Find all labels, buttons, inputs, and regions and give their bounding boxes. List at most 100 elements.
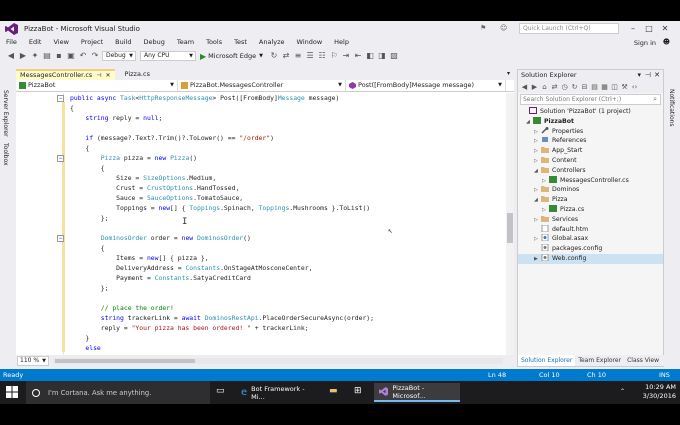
tree-item-dominos[interactable]: ▷ Dominos xyxy=(518,185,663,195)
code-line[interactable]: { xyxy=(70,163,105,173)
preview-icon[interactable]: ◫ xyxy=(610,82,619,92)
menu-tools[interactable]: Tools xyxy=(206,38,222,46)
close-icon[interactable]: ✕ xyxy=(654,70,660,81)
tree-item-pizza-folder[interactable]: ◢ Pizza xyxy=(518,195,663,205)
tray-expand-icon[interactable]: ⌃ xyxy=(620,388,625,395)
code-line[interactable]: DeliveryAddress = Constants.OnStageAtMos… xyxy=(70,263,312,273)
prev-bookmark-icon[interactable]: ◧ xyxy=(365,51,375,61)
indent-icon[interactable]: ⇥ xyxy=(341,51,351,61)
code-line[interactable]: { xyxy=(70,103,74,113)
code-line[interactable]: Pizza pizza = new Pizza() xyxy=(70,153,197,163)
open-icon[interactable]: ▤ xyxy=(42,51,52,61)
menu-help[interactable]: Help xyxy=(334,38,349,46)
platform-dropdown[interactable]: Any CPU ▼ xyxy=(140,51,196,61)
file-explorer-icon[interactable]: ▬ xyxy=(329,386,338,396)
store-icon[interactable]: ⊞ xyxy=(354,386,362,396)
tree-item-packages-config[interactable]: packages.config xyxy=(518,244,663,254)
toolbox-tab[interactable]: Toolbox xyxy=(2,143,9,166)
feedback-icon[interactable]: ☺ xyxy=(500,24,507,32)
menu-edit[interactable]: Edit xyxy=(29,38,42,46)
code-line[interactable]: reply = "Your pizza has been ordered! " … xyxy=(70,323,309,333)
next-bookmark-icon[interactable]: ◨ xyxy=(377,51,387,61)
menu-test[interactable]: Test xyxy=(234,38,247,46)
chevron-down-icon[interactable]: ▾ xyxy=(637,70,641,81)
configuration-dropdown[interactable]: Debug ▼ xyxy=(102,51,136,61)
tree-item-web-config[interactable]: ▶ Web.config xyxy=(518,253,663,264)
quick-launch-input[interactable]: Quick Launch (Ctrl+Q) xyxy=(519,23,619,34)
code-line[interactable]: { xyxy=(70,143,89,153)
browser-link-icon[interactable]: ⇄ xyxy=(281,51,291,61)
back-icon[interactable]: ◀ xyxy=(520,82,529,92)
home-icon[interactable]: ⌂ xyxy=(540,82,549,92)
server-explorer-tab[interactable]: Server Explorer xyxy=(2,90,9,137)
minimize-button[interactable]: – xyxy=(627,23,639,34)
tab-pizza[interactable]: Pizza.cs xyxy=(121,69,154,80)
save-icon[interactable]: ▪ xyxy=(54,51,64,61)
editor-vertical-scrollbar[interactable] xyxy=(506,93,514,355)
code-line[interactable]: Toppings = new[] { Toppings.Spinach, Top… xyxy=(70,203,370,213)
maximize-button[interactable]: □ xyxy=(643,23,655,34)
tree-item-app-start[interactable]: ▷ App_Start xyxy=(518,146,663,156)
menu-view[interactable]: View xyxy=(53,38,68,46)
code-line[interactable]: else xyxy=(70,343,100,353)
zoom-dropdown[interactable]: 110 % ▼ xyxy=(17,356,49,366)
code-line[interactable]: Payment = Constants.SatyaCreditCard xyxy=(70,273,251,283)
account-icon[interactable]: ☻ xyxy=(663,38,670,46)
notifications-tab[interactable]: Notifications xyxy=(668,89,675,127)
code-line[interactable]: public async Task<HttpResponseMessage> P… xyxy=(70,93,339,103)
undo-icon[interactable]: ↶ xyxy=(78,51,88,61)
pin-icon[interactable]: ⊣ xyxy=(645,70,651,81)
menu-file[interactable]: File xyxy=(6,38,17,46)
tree-item-services[interactable]: ▷ Services xyxy=(518,215,663,225)
code-line[interactable]: string trackerLink = await DominosRestAp… xyxy=(70,313,374,323)
menu-analyze[interactable]: Analyze xyxy=(259,38,285,46)
tree-item-solution[interactable]: Solution 'PizzaBot' (1 project) xyxy=(518,107,663,117)
menu-team[interactable]: Team xyxy=(177,38,194,46)
new-project-icon[interactable]: ✦ xyxy=(30,51,40,61)
taskbar-edge-bot-framework[interactable]: e Bot Framework - Mi... xyxy=(236,383,320,402)
tree-item-project[interactable]: ◢ PizzaBot xyxy=(518,116,663,127)
sync-icon[interactable]: ⇄ xyxy=(550,82,559,92)
tree-item-properties[interactable]: ▷ Properties xyxy=(518,126,663,137)
search-icon[interactable]: ⌕ xyxy=(653,95,657,104)
back-icon[interactable]: ◀ xyxy=(6,51,16,61)
scrollbar-thumb[interactable] xyxy=(55,359,195,363)
sign-in-link[interactable]: Sign in xyxy=(634,39,656,47)
editor-horizontal-scrollbar[interactable] xyxy=(53,358,503,364)
taskbar-visual-studio[interactable]: PizzaBot - Microsof... xyxy=(374,383,460,402)
tab-solution-explorer[interactable]: Solution Explorer xyxy=(518,355,576,366)
outline-collapse-icon[interactable]: − xyxy=(57,235,64,242)
code-line[interactable]: Sauce = SauceOptions.TomatoSauce, xyxy=(70,193,243,203)
windows-start-icon[interactable] xyxy=(6,386,18,398)
outline-collapse-icon[interactable]: − xyxy=(57,95,64,102)
tab-overflow-icon[interactable]: ▾ xyxy=(507,70,510,77)
code-editor[interactable]: − − − public async Task<HttpResponseMess… xyxy=(16,93,506,355)
code-line[interactable]: DominosOrder order = new DominosOrder() xyxy=(70,233,251,243)
task-view-icon[interactable]: ▭ xyxy=(216,386,225,396)
tree-item-default-htm[interactable]: default.htm xyxy=(518,224,663,235)
class-dropdown[interactable]: PizzaBot.MessagesController ▼ xyxy=(178,80,346,91)
solution-explorer-search-input[interactable]: Search Solution Explorer (Ctrl+;) ⌕ xyxy=(520,94,661,105)
code-line[interactable]: Crust = CrustOptions.HandTossed, xyxy=(70,183,239,193)
menu-debug[interactable]: Debug xyxy=(144,38,165,46)
refresh-icon[interactable]: ↻ xyxy=(269,51,279,61)
tab-class-view[interactable]: Class View xyxy=(624,355,662,366)
code-line[interactable]: }; xyxy=(70,283,109,293)
comment-icon[interactable]: ☰ xyxy=(305,51,315,61)
code-line[interactable]: Size = SizeOptions.Medium, xyxy=(70,173,216,183)
notifications-flag-icon[interactable]: ⚑ xyxy=(480,24,486,32)
tab-team-explorer[interactable]: Team Explorer xyxy=(575,355,624,366)
scrollbar-thumb[interactable] xyxy=(507,213,513,243)
redo-icon[interactable]: ↷ xyxy=(90,51,100,61)
pending-changes-icon[interactable]: ◷ xyxy=(560,82,569,92)
show-all-files-icon[interactable]: ▤ xyxy=(590,82,599,92)
save-all-icon[interactable]: ▣ xyxy=(66,51,76,61)
forward-icon[interactable]: ▶ xyxy=(18,51,28,61)
collapse-all-icon[interactable]: ⊟ xyxy=(580,82,589,92)
menu-window[interactable]: Window xyxy=(297,38,323,46)
refresh-icon[interactable]: ↻ xyxy=(570,82,579,92)
outdent-icon[interactable]: ⇤ xyxy=(353,51,363,61)
menu-project[interactable]: Project xyxy=(81,38,103,46)
start-debugging-button[interactable]: ▶ Microsoft Edge ▼ xyxy=(200,52,263,61)
code-view-icon[interactable]: ‹› xyxy=(630,82,639,92)
